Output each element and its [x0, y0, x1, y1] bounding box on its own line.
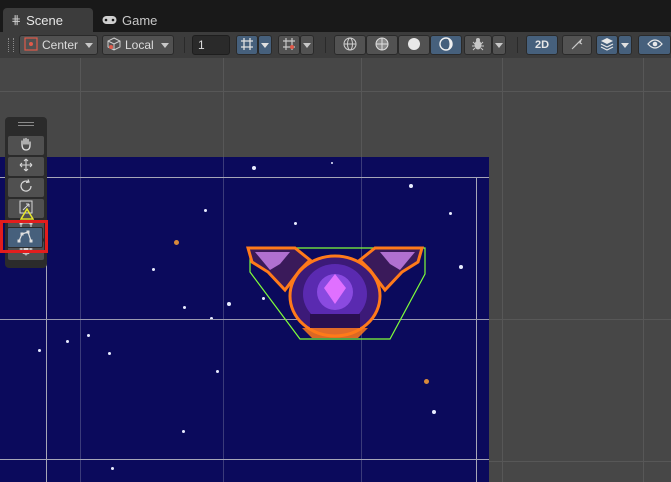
star [87, 334, 90, 337]
ship-bottom-outline [302, 328, 368, 338]
tab-game[interactable]: Game [102, 8, 157, 32]
wireframe-sphere-icon [343, 37, 357, 54]
scene-effects-button[interactable] [596, 35, 618, 55]
unlit-moon-icon [439, 36, 453, 54]
tab-scene[interactable]: ⋕ Scene [3, 8, 93, 32]
grid-snap-size-field[interactable]: 1 [192, 35, 230, 55]
camera-frame-top [0, 177, 489, 178]
grid-visibility-icon [240, 37, 254, 54]
star [459, 265, 463, 269]
grid-snap-size-value: 1 [198, 38, 205, 52]
chevron-down-icon [621, 42, 629, 48]
grid-line [0, 91, 671, 92]
lighting-off-icon [570, 37, 584, 54]
gamepad-icon [102, 13, 117, 28]
star [108, 352, 111, 355]
star [152, 268, 155, 271]
star [331, 162, 333, 164]
grid-visibility-button[interactable] [236, 35, 258, 55]
layers-icon [600, 37, 614, 54]
grid-icon: ⋕ [11, 13, 22, 27]
grid-snapping-icon [282, 37, 296, 54]
scene-toolbar: Center Local 1 2D [0, 32, 671, 59]
pivot-rotation-dropdown[interactable]: Local [102, 35, 174, 55]
overlay-grip-icon[interactable] [18, 122, 34, 123]
star [204, 209, 207, 212]
star [182, 430, 185, 433]
eye-icon [646, 38, 663, 53]
move-tool-button[interactable] [8, 157, 44, 176]
bug-icon [471, 37, 485, 54]
draw-mode-unlit-button[interactable] [430, 35, 462, 55]
chevron-down-icon [161, 42, 169, 48]
debug-draw-mode-button[interactable] [464, 35, 492, 55]
lighting-toggle[interactable] [562, 35, 592, 55]
chevron-down-icon [303, 42, 311, 48]
highlight-box [0, 220, 48, 253]
star [66, 340, 69, 343]
tab-game-label: Game [122, 12, 158, 28]
star [38, 349, 41, 352]
toolbar-divider [325, 37, 326, 53]
pivot-mode-label: Center [42, 38, 79, 52]
hand-tool-button[interactable] [8, 136, 44, 155]
triangle-up-icon[interactable] [20, 208, 34, 220]
debug-draw-mode-dropdown[interactable] [492, 35, 506, 55]
grid-snapping-button[interactable] [278, 35, 300, 55]
pivot-center-icon [24, 36, 38, 54]
scene-viewport[interactable] [0, 58, 671, 482]
star [294, 222, 297, 225]
star [174, 240, 179, 245]
2d-mode-toggle[interactable]: 2D [526, 35, 558, 55]
scene-effects-dropdown[interactable] [618, 35, 632, 55]
hand-icon [19, 137, 33, 154]
camera-frame-bottom [0, 459, 489, 460]
move-arrows-icon [19, 158, 33, 175]
toolbar-divider [517, 37, 518, 53]
grid-snapping-dropdown[interactable] [300, 35, 314, 55]
toolbar-divider [184, 37, 185, 53]
star [252, 166, 256, 170]
pivot-rotation-label: Local [125, 38, 154, 52]
grid-line [502, 58, 503, 482]
draw-mode-wireframe-button[interactable] [334, 35, 366, 55]
star [216, 370, 219, 373]
enemy-ship-sprite[interactable] [240, 242, 430, 342]
window-tab-bar: ⋕ Scene Game [0, 0, 671, 32]
star [424, 379, 429, 384]
chevron-down-icon [261, 42, 269, 48]
ship-lower-hull [310, 314, 360, 328]
star [111, 467, 114, 470]
rotate-tool-button[interactable] [8, 178, 44, 197]
chevron-down-icon [495, 42, 503, 48]
shaded-sphere-icon [407, 37, 421, 54]
draw-mode-shaded-button[interactable] [398, 35, 430, 55]
chevron-down-icon [85, 42, 93, 48]
pivot-mode-dropdown[interactable]: Center [19, 35, 98, 55]
tab-scene-label: Scene [26, 12, 63, 28]
local-cube-icon [107, 36, 121, 54]
star [432, 410, 436, 414]
star [227, 302, 231, 306]
draw-mode-shaded-wireframe-button[interactable] [366, 35, 398, 55]
star [449, 212, 452, 215]
grid-line [643, 58, 644, 482]
scene-visibility-button[interactable] [638, 35, 671, 55]
toolbar-grip-icon [8, 38, 14, 52]
star [409, 184, 413, 188]
shaded-wireframe-sphere-icon [375, 37, 389, 54]
grid-visibility-dropdown[interactable] [258, 35, 272, 55]
camera-frame-right [476, 177, 477, 482]
star [183, 306, 186, 309]
rotate-icon [19, 179, 33, 196]
2d-mode-label: 2D [534, 39, 550, 51]
